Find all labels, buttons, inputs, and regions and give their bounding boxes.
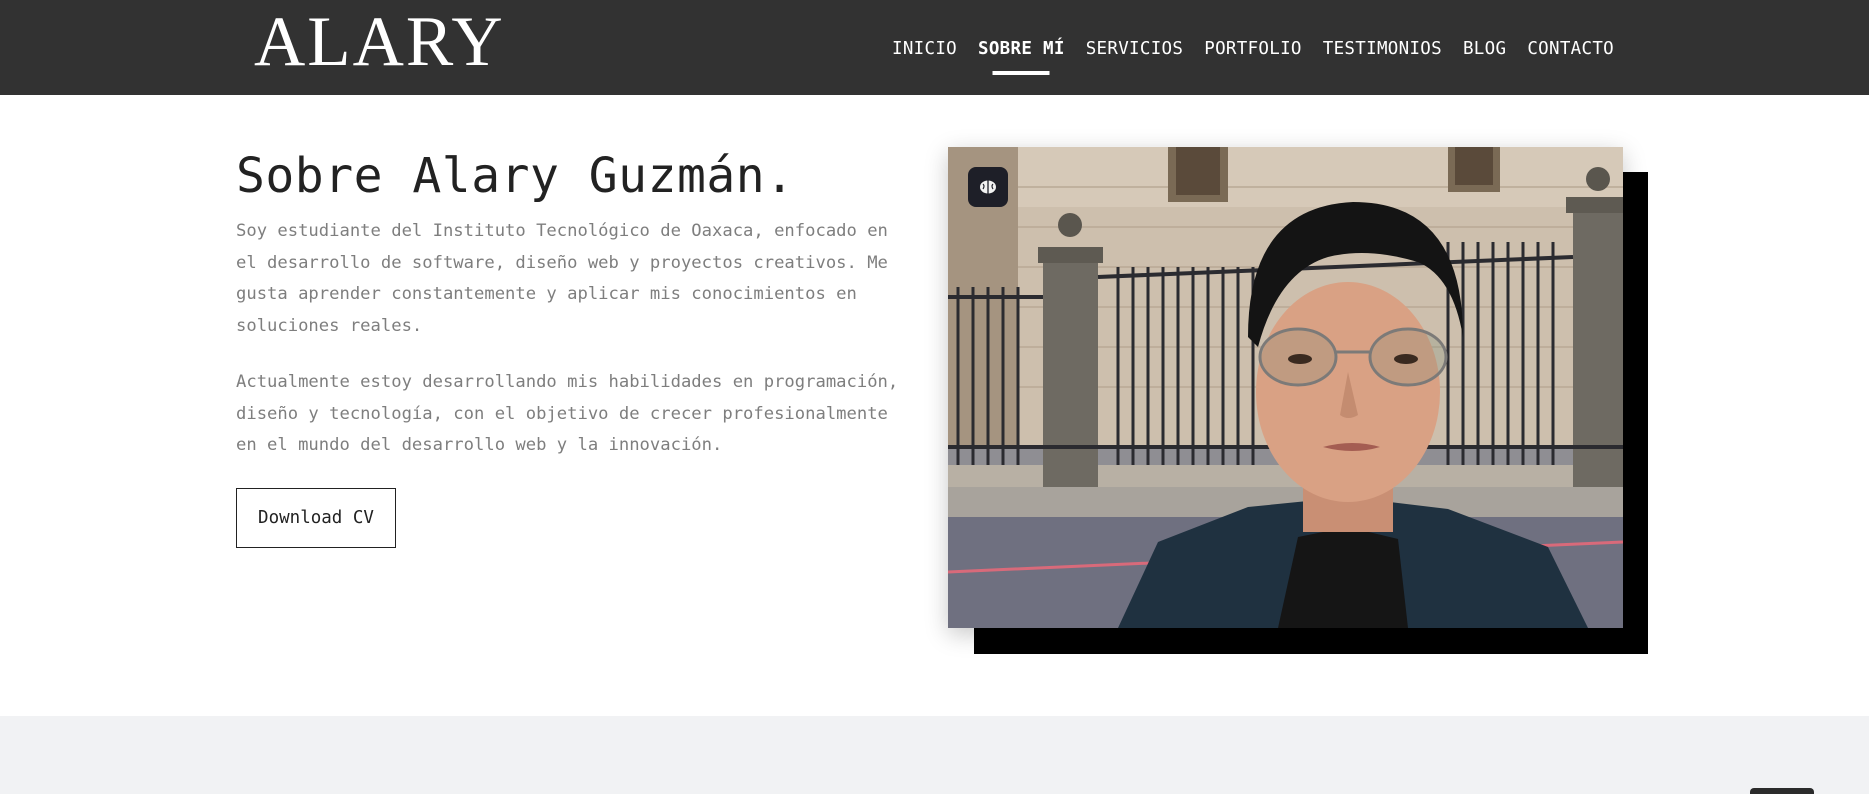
brain-icon: [980, 180, 996, 194]
nav-servicios[interactable]: SERVICIOS: [1086, 37, 1184, 59]
site-logo[interactable]: ALARY: [254, 2, 505, 82]
about-title: Sobre Alary Guzmán.: [236, 148, 795, 204]
profile-photo: [948, 147, 1623, 628]
about-paragraph-2: Actualmente estoy desarrollando mis habi…: [236, 372, 899, 455]
main-nav: INICIO SOBRE MÍ SERVICIOS PORTFOLIO TEST…: [892, 0, 1614, 95]
profile-photo-illustration: [948, 147, 1623, 628]
site-header: ALARY INICIO SOBRE MÍ SERVICIOS PORTFOLI…: [0, 0, 1869, 95]
lens-badge[interactable]: [968, 167, 1008, 207]
nav-testimonios[interactable]: TESTIMONIOS: [1323, 37, 1442, 59]
nav-sobre-mi[interactable]: SOBRE MÍ: [978, 37, 1065, 59]
nav-contacto[interactable]: CONTACTO: [1527, 37, 1614, 59]
corner-widget[interactable]: [1750, 788, 1814, 794]
about-paragraph-1: Soy estudiante del Instituto Tecnológico…: [236, 221, 888, 336]
nav-blog[interactable]: BLOG: [1463, 37, 1506, 59]
nav-portfolio[interactable]: PORTFOLIO: [1204, 37, 1302, 59]
next-section-band: [0, 716, 1869, 794]
nav-inicio[interactable]: INICIO: [892, 37, 957, 59]
download-cv-button[interactable]: Download CV: [236, 488, 396, 548]
